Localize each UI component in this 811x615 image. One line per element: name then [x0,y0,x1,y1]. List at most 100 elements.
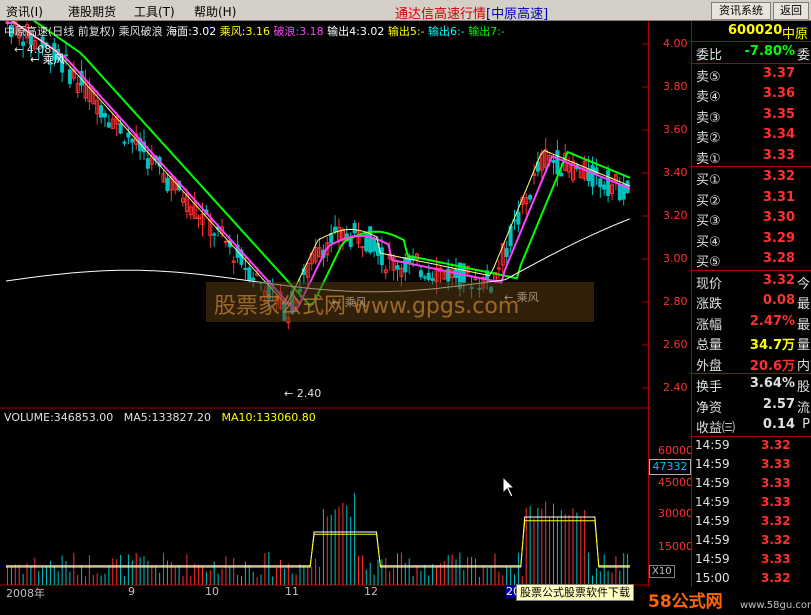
low-annotation: ← 2.40 [284,387,321,400]
tick-time: 14:59 [695,513,730,528]
buy-row-label: 买② [696,193,721,209]
menu-hk-futures[interactable]: 港股期货 [68,3,116,20]
candle-body [555,150,560,175]
stat-row-value: 20.6万 [749,358,795,374]
stat-row-unit: 内 [796,358,810,374]
tick-price: 3.32 [761,532,791,547]
stat-row-label: 总量 [696,338,723,353]
app-title-text: 通达信高速行情 [395,7,487,22]
indicator-6: 输出7:- [464,25,505,38]
candle-body [422,276,427,279]
date-axis-label: 2008年 [6,587,45,600]
stat2-row-value: 2.57 [762,396,795,412]
chart-indicator-line: 中原高速(日线 前复权) 乘风破浪 海面:3.02 乘风:3.16 破浪:3.1… [4,23,505,39]
price-axis: 47332 X10 4.00 3.80 3.60 3.40 3.20 3.00 2.80 2.… [648,21,693,587]
menu-help[interactable]: 帮助(H) [194,3,236,20]
date-axis-label: 10 [205,585,219,598]
stock-name: 中原 [782,27,809,42]
stat-row-label: 涨幅 [696,317,723,333]
stat-row-label: 涨跌 [696,297,723,312]
tick-price: 3.32 [761,570,791,585]
stat-row-value: 3.32 [762,272,795,288]
volume-ma10: MA10:133060.80 [221,411,316,424]
buy-row-label: 买⑤ [696,255,721,270]
price-axis-label: 2.60 [663,338,688,351]
stat-row: 涨幅 2.47% 最 [692,312,811,333]
tick-price: 3.33 [761,551,791,566]
stat2-row-unit: 股 [796,380,810,395]
volume-label: VOLUME:346853.00 [4,411,114,424]
watermark-overlay-text: 股票家公式网 www.gpgs.com [214,294,520,319]
tick-time: 14:59 [695,551,730,566]
mouse-cursor-icon [502,475,516,498]
watermark-logo: 58公式网 [648,592,723,612]
indicator-4: 输出5:- [384,25,425,38]
candle-body [103,113,107,118]
tick-price: 3.33 [761,475,791,490]
candle-body [551,159,556,163]
stat-row-value: 0.08 [762,293,795,308]
candle-body [606,170,611,196]
date-axis-label: 9 [128,585,135,598]
info-system-button[interactable]: 资讯系统 [711,2,771,20]
price-axis-label: 3.40 [663,166,688,179]
candle-body [352,223,357,234]
stat-row-label: 外盘 [696,358,723,374]
candle-body [145,158,150,169]
candle-body [212,233,217,236]
menu-tools[interactable]: 工具(T) [134,3,175,20]
stat-row-unit: 最 [796,297,810,312]
buy-row-value: 3.30 [762,210,795,225]
candle-body [559,172,564,177]
sell-row-value: 3.36 [762,86,795,101]
app-title: 通达信高速行情[中原高速] [395,3,548,22]
signal-annotation: ← 乘风 [30,53,65,66]
buy-row: 买② 3.31 [692,188,811,209]
indicator-0: 海面:3.02 [166,25,217,38]
stat-row: 现价 3.32 今 [692,271,811,292]
indicator-3: 输出4:3.02 [323,25,385,38]
tick-time: 14:59 [695,494,730,509]
candle-body [395,265,400,270]
tick-price: 3.32 [761,513,791,528]
buy-row-value: 3.32 [762,169,795,184]
buy-row-label: 买① [696,173,721,188]
price-axis-label: 4.00 [663,37,688,50]
tick-time: 15:00 [695,570,730,585]
candle-body [223,240,228,243]
price-axis-label: 2.40 [663,381,688,394]
stat-row-value: 2.47% [749,313,795,329]
tick-row: 15:00 3.32 [692,570,811,589]
chart-name: 中原高速(日线 前复权) 乘风破浪 [4,25,163,38]
candle-body [372,237,377,252]
volume-ma5: MA5:133827.20 [123,411,211,424]
sell-row-value: 3.37 [762,65,795,81]
candle-body [64,54,68,57]
candle-body [426,272,431,280]
candle-body [122,141,127,144]
volume-ma10-line [6,520,630,567]
candle-body [118,122,123,134]
candle-body [243,267,248,270]
stat2-row-unit: 流 [796,400,810,416]
candle-body [516,211,521,225]
ad-banner[interactable]: 股票公式股票软件下载 [516,584,634,601]
buy-row-label: 买③ [696,214,721,229]
stat-row: 总量 34.7万量 [692,332,811,353]
stat2-row-value: 0.14 [762,417,795,432]
price-axis-label: 3.60 [663,123,688,136]
buy-row: 买⑤ 3.28 [692,249,811,270]
buy-row: 买① 3.32 [692,167,811,188]
stat-row-label: 现价 [696,276,723,292]
candle-body [165,177,170,192]
price-axis-label: 2.80 [663,295,688,308]
candle-body [430,278,435,281]
menu-info[interactable]: 资讯(I) [6,3,43,20]
tick-row: 14:59 3.32 [692,532,811,551]
buy-row: 买③ 3.30 [692,208,811,229]
tick-row: 14:59 3.33 [692,551,811,570]
candle-body [247,267,252,282]
candle-body [368,226,373,253]
volume-scale-badge: X10 [649,565,675,578]
back-button[interactable]: 返回 [773,2,809,20]
